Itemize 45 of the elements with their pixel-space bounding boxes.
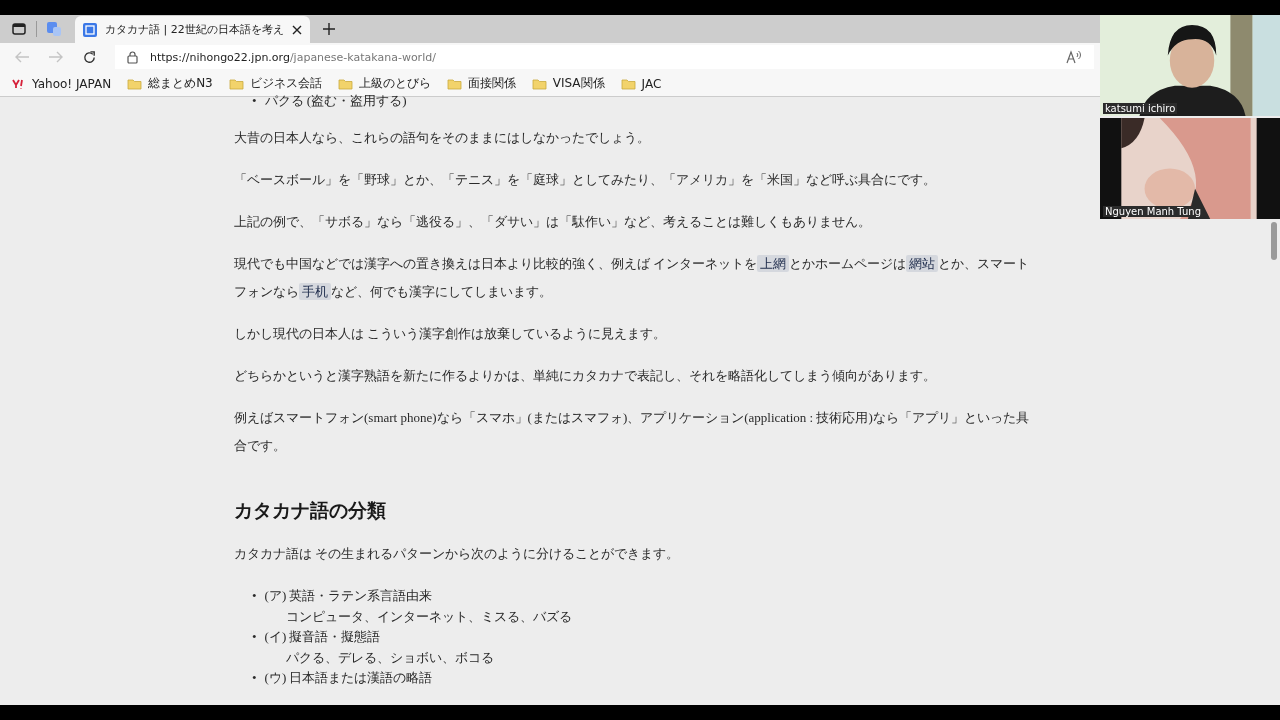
folder-icon — [531, 77, 547, 90]
refresh-icon[interactable] — [82, 49, 97, 65]
bullet: • — [252, 669, 257, 687]
list-item: (イ) 擬音語・擬態語 — [264, 628, 381, 646]
paragraph: カタカナ語は その生まれるパターンから次のように分けることができます。 — [234, 545, 681, 563]
list-item: (ア) 英語・ラテン系言語由来 — [264, 587, 433, 605]
folder-icon — [620, 77, 636, 90]
list-item: パクる (盗む・盗用する) — [264, 92, 407, 110]
bookmark[interactable]: 上級のとびら — [337, 75, 431, 92]
paragraph: 「ベースボール」を「野球」とか、「テニス」を「庭球」としてみたり、「アメリカ」を「米国」など呼ぶ具合にです。 — [234, 171, 937, 189]
participant-name: Nguyen Manh Tung — [1103, 206, 1203, 217]
close-icon[interactable] — [291, 24, 302, 35]
bookmark[interactable]: VISA関係 — [531, 75, 605, 92]
bullet: • — [252, 587, 257, 605]
folder-icon — [127, 77, 143, 90]
url-text: https://nihongo22.jpn.org/japanese-katakana-world/ — [150, 50, 437, 64]
yahoo-icon — [12, 78, 26, 89]
lock-icon — [127, 50, 138, 64]
list-item: (ウ) 日本語または漢語の略語 — [264, 669, 433, 687]
section-heading: カタカナ語の分類 — [234, 499, 387, 523]
bookmark[interactable]: JAC — [620, 76, 662, 91]
folder-icon — [446, 77, 462, 90]
list-item-detail: パクる、デレる、ショボい、ボコる — [286, 649, 494, 665]
folder-icon — [228, 77, 244, 90]
bookmark[interactable]: 面接関係 — [446, 75, 516, 92]
folder-icon — [337, 77, 353, 90]
paragraph: 現代でも中国などでは漢字への置き換えは日本より比較的強く、例えば インターネットを 上網 とかホームページは 網站 とか、スマートフォンなら 手机 など、何でも漢字にしてしまいます。 — [234, 254, 1031, 302]
list-item-detail: コンピュータ、インターネット、ミスる、バズる — [286, 608, 572, 624]
new-tab-icon[interactable] — [321, 22, 336, 36]
paragraph: どちらかというと漢字熟語を新たに作るよりかは、単純にカタカナで表記し、それを略語化してしまう傾向があります。 — [234, 367, 937, 385]
bookmark[interactable]: ビジネス会話 — [228, 75, 322, 92]
paragraph: 大昔の日本人なら、これらの語句をそのままにはしなかったでしょう。 — [234, 129, 651, 147]
paragraph: しかし現代の日本人は こういう漢字創作は放棄しているように見えます。 — [234, 325, 668, 343]
participant-name: katsumi ichiro — [1103, 103, 1178, 114]
address-field[interactable]: https://nihongo22.jpn.org/japanese-katakana-world/ — [115, 45, 1094, 69]
read-aloud-icon[interactable] — [1066, 50, 1082, 64]
bullet: • — [252, 92, 257, 110]
site-icon — [83, 22, 97, 37]
tab-title: カタカナ語 | 22世紀の日本語を考え — [105, 22, 284, 37]
bookmark[interactable]: Yahoo! JAPAN — [12, 76, 112, 91]
bookmark[interactable]: 総まとめN3 — [127, 75, 213, 92]
paragraph: 例えばスマートフォン(smart phone)なら「スマホ」(またはスマフォ)、アプリケーション(application : 技術応用)なら「アプリ」といった具合です。 — [234, 409, 1030, 455]
paragraph: 上記の例で、「サボる」なら「逃役る」、「ダサい」は「駄作い」など、考えることは難しくもありません。 — [234, 213, 872, 231]
bullet: • — [252, 628, 257, 646]
browser-tab[interactable]: カタカナ語 | 22世紀の日本語を考え — [75, 16, 310, 43]
